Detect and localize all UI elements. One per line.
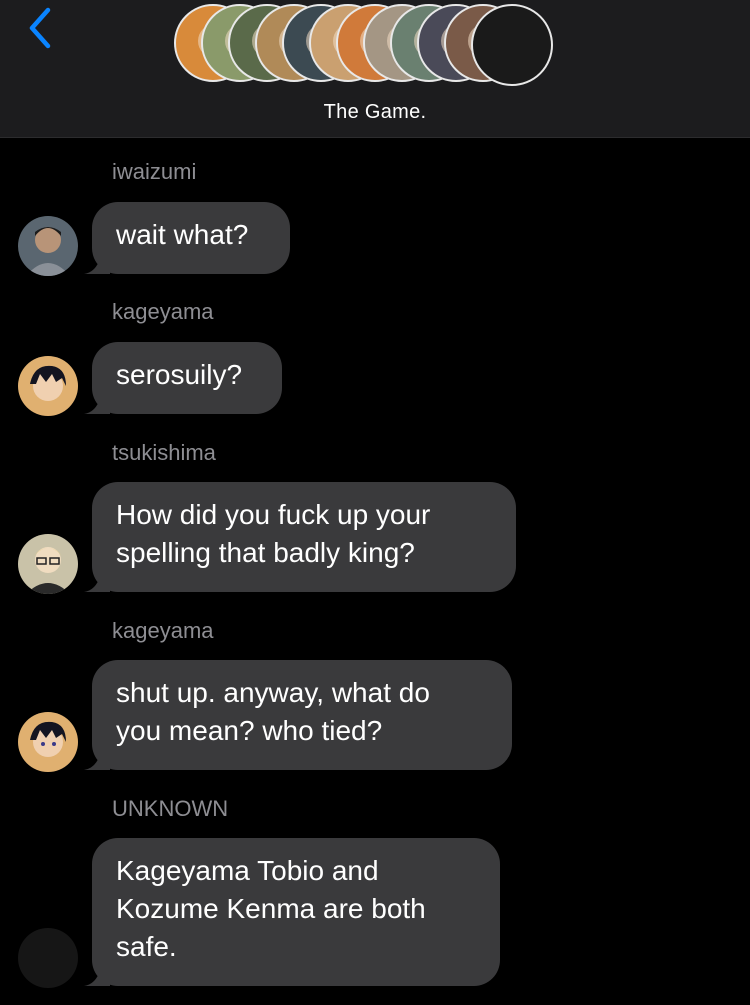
back-button[interactable] xyxy=(18,6,62,50)
sender-name: kageyama xyxy=(112,299,214,324)
message-text: serosuily? xyxy=(116,359,243,390)
message-bubble[interactable]: wait what? xyxy=(84,202,290,274)
avatar[interactable] xyxy=(18,712,78,772)
avatar[interactable] xyxy=(18,928,78,988)
message-text: wait what? xyxy=(116,219,249,250)
avatar[interactable] xyxy=(18,534,78,594)
sender-name: kageyama xyxy=(112,618,214,643)
sender-name: tsukishima xyxy=(112,440,216,465)
message-bubble[interactable]: Kageyama Tobio and Kozume Kenma are both… xyxy=(84,838,500,986)
chevron-left-icon xyxy=(29,7,51,49)
conversation-header: The Game. xyxy=(0,0,750,138)
message-bubble[interactable]: shut up. anyway, what do you mean? who t… xyxy=(84,660,512,770)
message-text: Kageyama Tobio and Kozume Kenma are both… xyxy=(116,855,426,962)
message-text: shut up. anyway, what do you mean? who t… xyxy=(116,677,430,746)
message-bubble[interactable]: How did you fuck up your spelling that b… xyxy=(84,482,516,592)
group-title[interactable]: The Game. xyxy=(0,101,750,124)
participant-avatar xyxy=(471,4,553,86)
message-text: How did you fuck up your spelling that b… xyxy=(116,499,431,568)
group-avatar-stack[interactable] xyxy=(174,4,584,88)
sender-name: UNKNOWN xyxy=(112,796,229,821)
message-bubble[interactable]: serosuily? xyxy=(84,342,282,414)
sender-name: iwaizumi xyxy=(112,159,197,184)
avatar[interactable] xyxy=(18,216,78,276)
avatar[interactable] xyxy=(18,356,78,416)
